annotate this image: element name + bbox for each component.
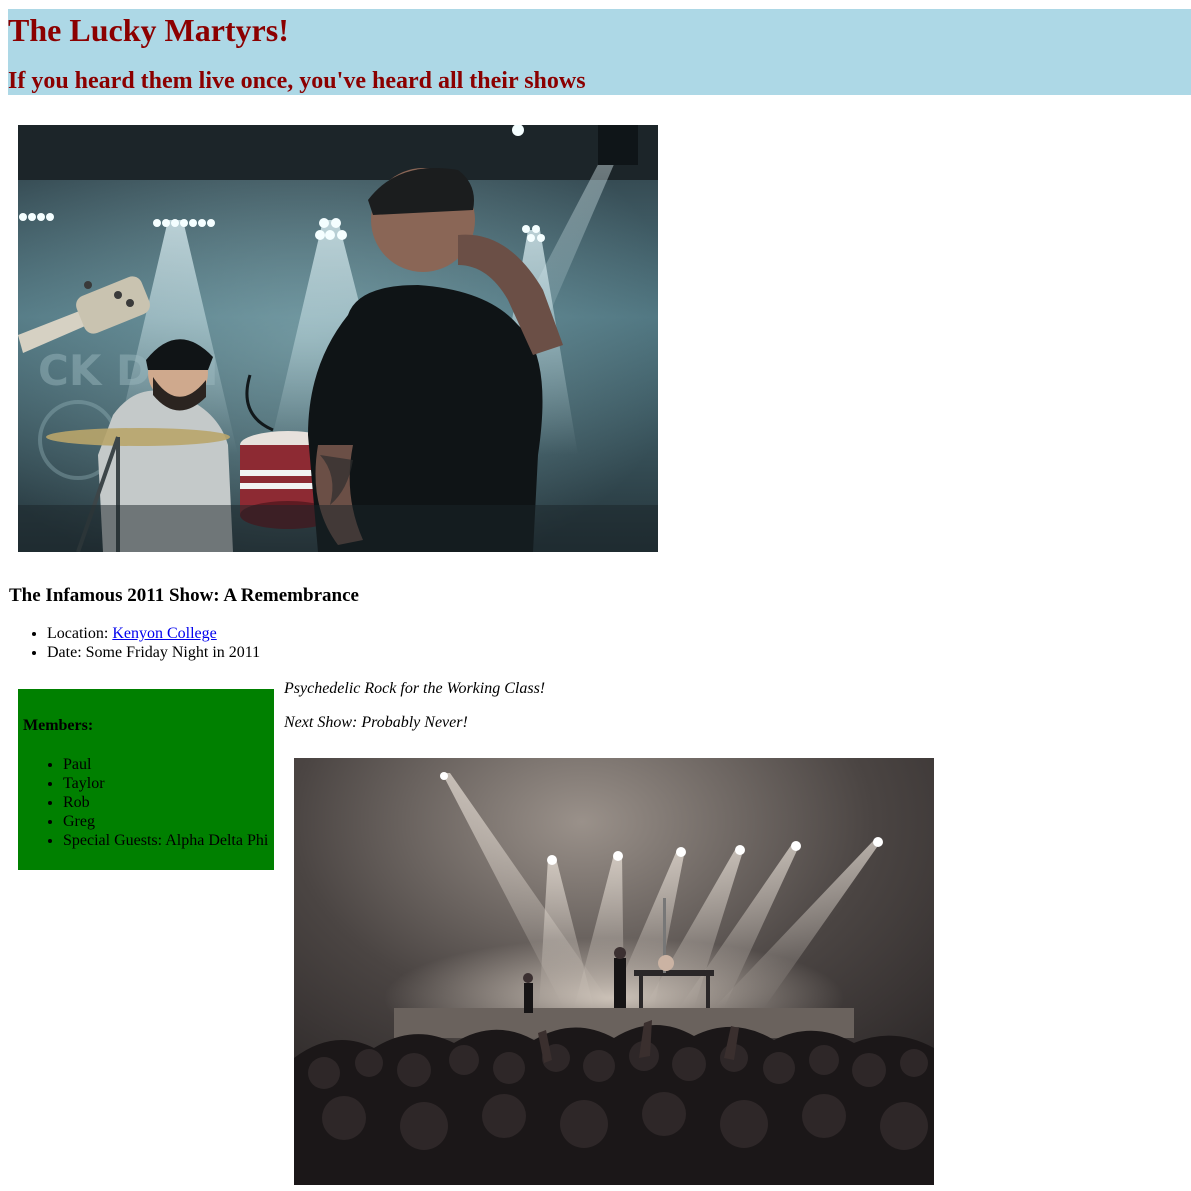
show-details-list: Location: Kenyon College Date: Some Frid…	[8, 624, 260, 662]
location-item: Location: Kenyon College	[47, 624, 260, 643]
date-item: Date: Some Friday Night in 2011	[47, 643, 260, 662]
concert-crowd-photo	[294, 758, 934, 1185]
location-label: Location:	[47, 625, 113, 642]
band-stage-photo: CK DAN	[18, 125, 658, 552]
member-item: Special Guests: Alpha Delta Phi	[63, 831, 268, 850]
member-item: Greg	[63, 812, 268, 831]
site-title: The Lucky Martyrs!	[8, 12, 289, 48]
member-item: Taylor	[63, 774, 268, 793]
member-item: Paul	[63, 755, 268, 774]
kenyon-college-link[interactable]: Kenyon College	[112, 625, 216, 642]
site-tagline: If you heard them live once, you've hear…	[8, 68, 586, 94]
next-show-tagline: Next Show: Probably Never!	[284, 714, 468, 731]
members-list: Paul Taylor Rob Greg Special Guests: Alp…	[23, 755, 268, 850]
member-item: Rob	[63, 793, 268, 812]
members-title: Members:	[23, 717, 94, 734]
members-box: Members: Paul Taylor Rob Greg Special Gu…	[18, 689, 274, 870]
page-header: The Lucky Martyrs! If you heard them liv…	[8, 9, 1191, 95]
genre-tagline: Psychedelic Rock for the Working Class!	[284, 680, 546, 697]
show-heading: The Infamous 2011 Show: A Remembrance	[9, 585, 359, 606]
